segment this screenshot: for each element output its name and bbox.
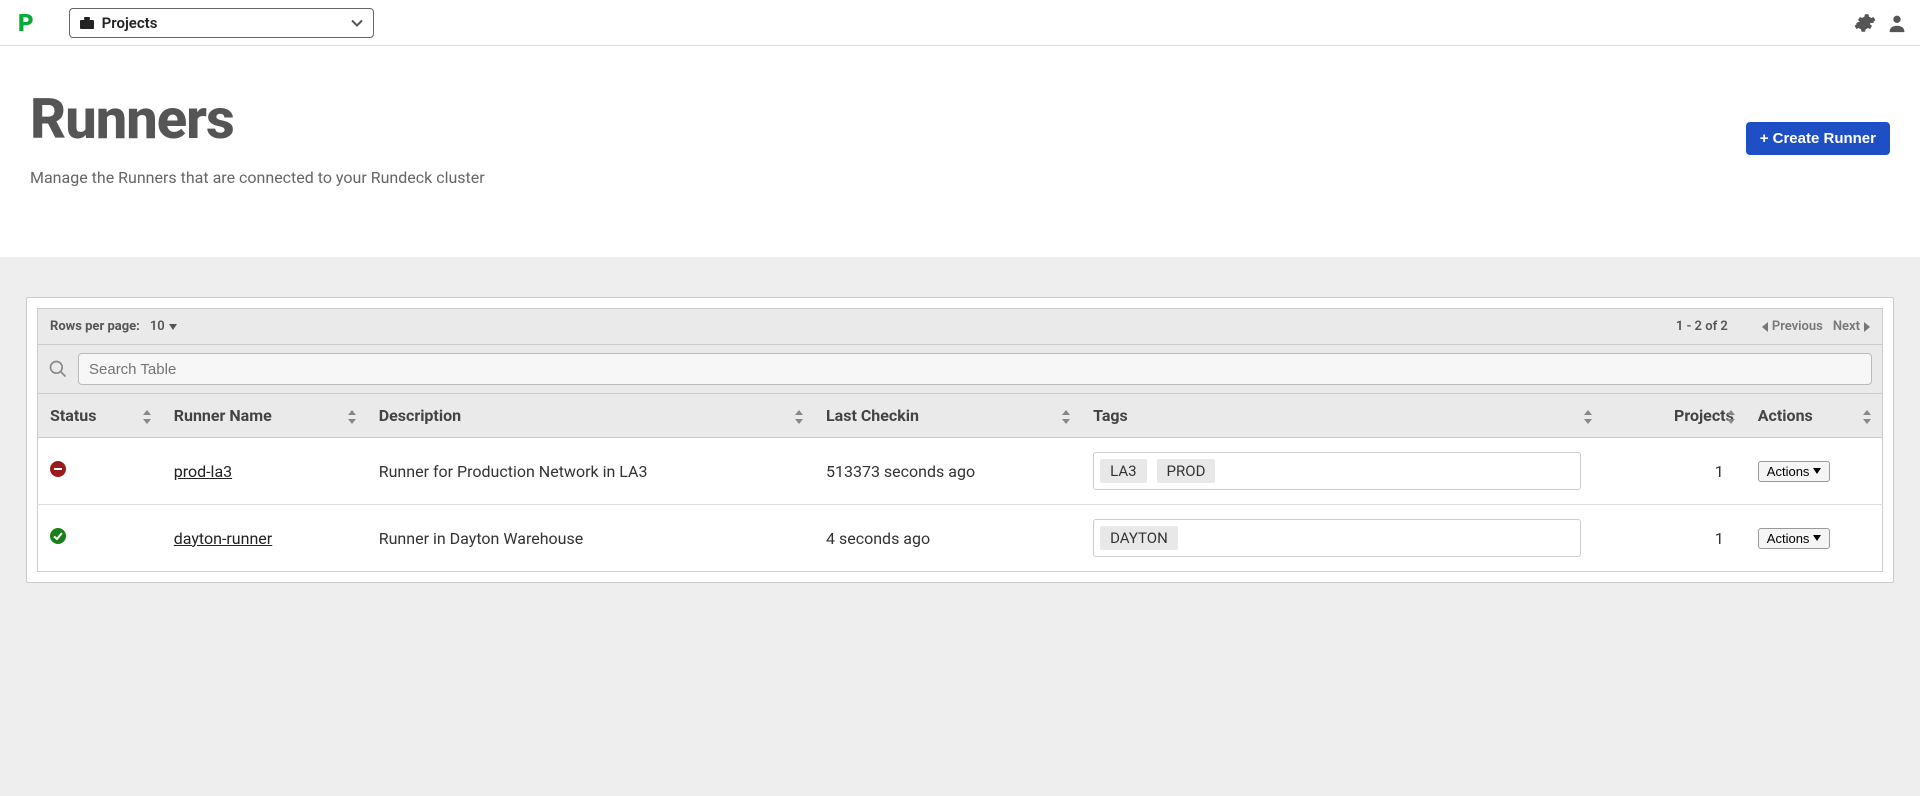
col-header-projects[interactable]: Projects: [1603, 394, 1746, 438]
caret-right-icon: [1864, 322, 1870, 332]
col-header-description[interactable]: Description: [367, 394, 814, 438]
caret-down-icon: [1813, 535, 1821, 541]
runner-name-link[interactable]: prod-la3: [174, 462, 232, 481]
cell-description: Runner in Dayton Warehouse: [367, 505, 814, 572]
col-header-tags[interactable]: Tags: [1081, 394, 1603, 438]
runners-table: Status Runner Name Description Last Chec…: [37, 394, 1883, 572]
cell-status: [38, 505, 162, 572]
logo: P: [18, 9, 33, 37]
page-subtitle: Manage the Runners that are connected to…: [30, 168, 485, 187]
col-header-actions[interactable]: Actions: [1746, 394, 1883, 438]
cell-tags: DAYTON: [1081, 505, 1603, 572]
col-header-actions-label: Actions: [1758, 406, 1813, 425]
rows-per-page-value: 10: [150, 319, 165, 334]
cell-tags: LA3 PROD: [1081, 438, 1603, 505]
table-row: dayton-runner Runner in Dayton Warehouse4…: [38, 505, 1883, 572]
pager-range: 1 - 2 of 2: [1676, 319, 1728, 334]
cell-name: prod-la3: [162, 438, 367, 505]
search-row: [37, 345, 1883, 394]
col-header-status-label: Status: [50, 406, 96, 425]
sort-icon: [1862, 409, 1872, 423]
cell-last-checkin: 4 seconds ago: [814, 505, 1081, 572]
sort-icon: [1726, 409, 1736, 423]
actions-dropdown[interactable]: Actions: [1758, 461, 1831, 482]
table-row: prod-la3 Runner for Production Network in…: [38, 438, 1883, 505]
cell-actions: Actions: [1746, 505, 1883, 572]
status-down-icon: [50, 461, 66, 477]
tags-box[interactable]: DAYTON: [1093, 519, 1581, 557]
cell-name: dayton-runner: [162, 505, 367, 572]
sort-icon: [1061, 409, 1071, 423]
rows-per-page-label: Rows per page:: [50, 319, 140, 334]
actions-dropdown[interactable]: Actions: [1758, 528, 1831, 549]
caret-down-icon: [169, 324, 177, 330]
col-header-last-checkin[interactable]: Last Checkin: [814, 394, 1081, 438]
briefcase-icon: [80, 17, 94, 29]
cell-status: [38, 438, 162, 505]
tags-box[interactable]: LA3 PROD: [1093, 452, 1581, 490]
col-header-tags-label: Tags: [1093, 406, 1128, 425]
status-up-icon: [50, 528, 66, 544]
rows-per-page-select[interactable]: 10: [150, 319, 177, 334]
user-icon[interactable]: [1886, 12, 1908, 34]
cell-last-checkin: 513373 seconds ago: [814, 438, 1081, 505]
create-runner-button[interactable]: + Create Runner: [1746, 122, 1890, 155]
col-header-status[interactable]: Status: [38, 394, 162, 438]
sort-icon: [794, 409, 804, 423]
cell-description: Runner for Production Network in LA3: [367, 438, 814, 505]
sort-icon: [142, 409, 152, 423]
runners-card: Rows per page: 10 1 - 2 of 2 Previous Ne…: [26, 297, 1894, 583]
tag: LA3: [1100, 459, 1146, 483]
col-header-description-label: Description: [379, 406, 461, 425]
runner-name-link[interactable]: dayton-runner: [174, 529, 272, 548]
cell-projects: 1: [1603, 438, 1746, 505]
gear-icon[interactable]: [1854, 12, 1876, 34]
col-header-name-label: Runner Name: [174, 406, 272, 425]
page-title: Runners: [30, 86, 485, 152]
next-label: Next: [1833, 319, 1860, 334]
sort-icon: [347, 409, 357, 423]
search-icon: [48, 359, 68, 379]
previous-button[interactable]: Previous: [1762, 319, 1823, 334]
header-area: Runners Manage the Runners that are conn…: [0, 46, 1920, 257]
next-button[interactable]: Next: [1833, 319, 1870, 334]
chevron-down-icon: [351, 16, 363, 30]
col-header-name[interactable]: Runner Name: [162, 394, 367, 438]
col-header-last-checkin-label: Last Checkin: [826, 406, 919, 425]
caret-down-icon: [1813, 468, 1821, 474]
search-input[interactable]: [78, 353, 1872, 385]
tag: PROD: [1157, 459, 1216, 483]
caret-left-icon: [1762, 322, 1768, 332]
pager-row: Rows per page: 10 1 - 2 of 2 Previous Ne…: [37, 308, 1883, 345]
project-select-label: Projects: [102, 14, 158, 32]
cell-actions: Actions: [1746, 438, 1883, 505]
sort-icon: [1583, 409, 1593, 423]
tag: DAYTON: [1100, 526, 1178, 550]
topbar: P Projects: [0, 0, 1920, 46]
previous-label: Previous: [1772, 319, 1823, 334]
cell-projects: 1: [1603, 505, 1746, 572]
project-select[interactable]: Projects: [69, 8, 374, 38]
